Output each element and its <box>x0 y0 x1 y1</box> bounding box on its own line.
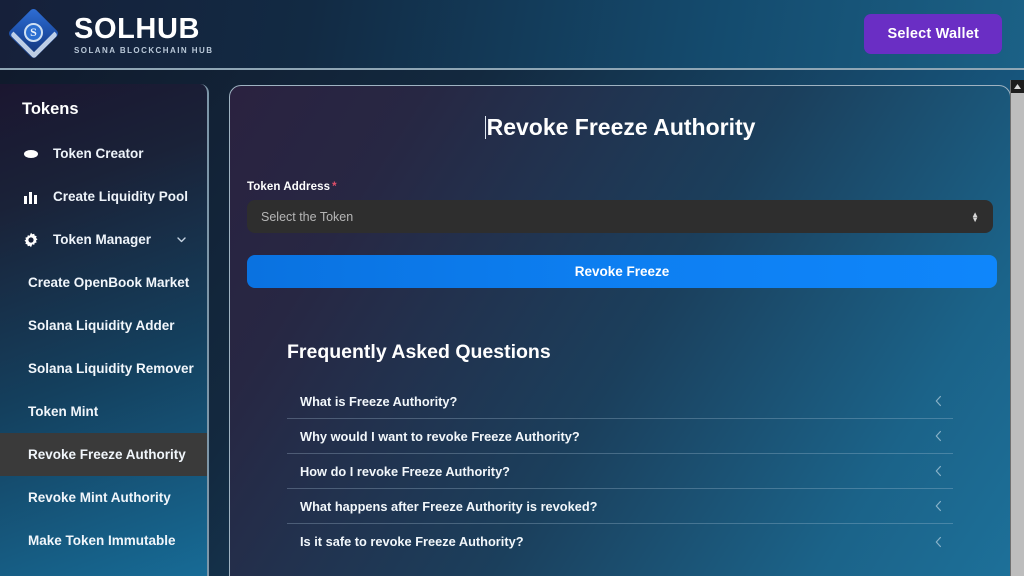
page-body: Tokens Token Creator Create Liquidity Po… <box>0 70 1024 576</box>
brand-logo[interactable]: S SOLHUB SOLANA BLOCKCHAIN HUB <box>6 6 213 62</box>
brand-name: SOLHUB <box>74 13 201 45</box>
page-title: Revoke Freeze Authority <box>230 114 1010 141</box>
logo-coin-icon: S <box>24 23 43 42</box>
chevron-left-icon[interactable] <box>934 395 943 407</box>
sidebar-subitem-create-openbook-market[interactable]: Create OpenBook Market <box>0 261 207 304</box>
sidebar-subitem-revoke-freeze-authority[interactable]: Revoke Freeze Authority <box>0 433 207 476</box>
sidebar-item-create-liquidity-pool[interactable]: Create Liquidity Pool <box>0 175 207 218</box>
chevron-up-down-icon[interactable]: ▲ ▼ <box>971 210 979 224</box>
token-address-field-group: Token Address * Select the Token ▲ ▼ <box>247 181 993 233</box>
coin-icon <box>22 145 39 162</box>
gear-icon <box>22 231 39 248</box>
token-address-label-text: Token Address <box>247 181 331 193</box>
select-wallet-button[interactable]: Select Wallet <box>864 14 1002 54</box>
brand-tagline: SOLANA BLOCKCHAIN HUB <box>74 46 214 55</box>
chevron-down-glyph: ▼ <box>971 214 979 224</box>
faq-question: Is it safe to revoke Freeze Authority? <box>300 534 524 549</box>
sidebar-subitem-label: Token Mint <box>28 404 99 419</box>
sidebar-subitem-make-token-immutable[interactable]: Make Token Immutable <box>0 519 207 562</box>
scrollbar-up-arrow-icon[interactable] <box>1011 80 1024 93</box>
text-cursor <box>484 116 486 139</box>
sidebar-subitem-solana-liquidity-remover[interactable]: Solana Liquidity Remover <box>0 347 207 390</box>
sidebar-subitem-label: Revoke Freeze Authority <box>28 447 186 462</box>
sidebar-title: Tokens <box>22 100 79 118</box>
faq-item[interactable]: What is Freeze Authority? <box>287 384 953 419</box>
faq-question: Why would I want to revoke Freeze Author… <box>300 428 580 444</box>
sidebar-subitem-label: Make Token Immutable <box>28 533 176 548</box>
page-title-text: Revoke Freeze Authority <box>486 114 756 140</box>
faq-item[interactable]: Is it safe to revoke Freeze Authority? <box>287 524 953 559</box>
faq-question: What happens after Freeze Authority is r… <box>300 498 598 514</box>
chevron-down-icon[interactable] <box>176 234 187 245</box>
sidebar-subitem-revoke-mint-authority[interactable]: Revoke Mint Authority <box>0 476 207 519</box>
sidebar-subitem-solana-liquidity-adder[interactable]: Solana Liquidity Adder <box>0 304 207 347</box>
faq-item[interactable]: Why would I want to revoke Freeze Author… <box>287 419 953 454</box>
faq-item[interactable]: What happens after Freeze Authority is r… <box>287 489 953 524</box>
sidebar-subitem-tax-token-creator[interactable]: Tax Token Creator <box>0 562 207 576</box>
solhub-logo-icon: S <box>6 6 62 62</box>
chevron-left-icon[interactable] <box>934 500 943 512</box>
bar-chart-icon <box>22 188 39 205</box>
app-root: S SOLHUB SOLANA BLOCKCHAIN HUB Select Wa… <box>0 0 1024 576</box>
sidebar-item-label: Create Liquidity Pool <box>53 189 189 204</box>
app-header: S SOLHUB SOLANA BLOCKCHAIN HUB Select Wa… <box>0 0 1024 70</box>
sidebar-subitem-label: Revoke Mint Authority <box>28 490 171 505</box>
brand-text: SOLHUB SOLANA BLOCKCHAIN HUB <box>74 13 213 55</box>
token-address-label: Token Address * <box>247 181 993 193</box>
page-scrollbar[interactable] <box>1010 80 1024 576</box>
sidebar-subitem-token-mint[interactable]: Token Mint <box>0 390 207 433</box>
faq-heading: Frequently Asked Questions <box>287 341 551 363</box>
sidebar-subitem-label: Solana Liquidity Adder <box>28 318 175 333</box>
sidebar-item-token-creator[interactable]: Token Creator <box>0 132 207 175</box>
faq-question: What is Freeze Authority? <box>300 393 458 409</box>
sidebar-item-label: Token Manager <box>53 232 152 247</box>
sidebar-subitem-label: Solana Liquidity Remover <box>28 361 194 376</box>
required-asterisk: * <box>332 181 337 193</box>
faq-item[interactable]: How do I revoke Freeze Authority? <box>287 454 953 489</box>
token-select-value: Select the Token <box>261 209 354 224</box>
sidebar-item-label: Token Creator <box>53 146 144 161</box>
revoke-freeze-button[interactable]: Revoke Freeze <box>247 255 997 288</box>
faq-question: How do I revoke Freeze Authority? <box>300 463 510 479</box>
faq-section: Frequently Asked Questions What is Freez… <box>287 341 953 559</box>
chevron-left-icon[interactable] <box>934 465 943 477</box>
chevron-left-icon[interactable] <box>934 430 943 442</box>
sidebar-nav: Tokens Token Creator Create Liquidity Po… <box>0 84 209 576</box>
sidebar-item-token-manager[interactable]: Token Manager <box>0 218 207 261</box>
token-select-dropdown[interactable]: Select the Token ▲ ▼ <box>247 200 993 233</box>
main-content-panel: Revoke Freeze Authority Token Address * S… <box>229 85 1011 576</box>
sidebar-subitem-label: Create OpenBook Market <box>28 275 190 290</box>
chevron-left-icon[interactable] <box>934 536 943 548</box>
